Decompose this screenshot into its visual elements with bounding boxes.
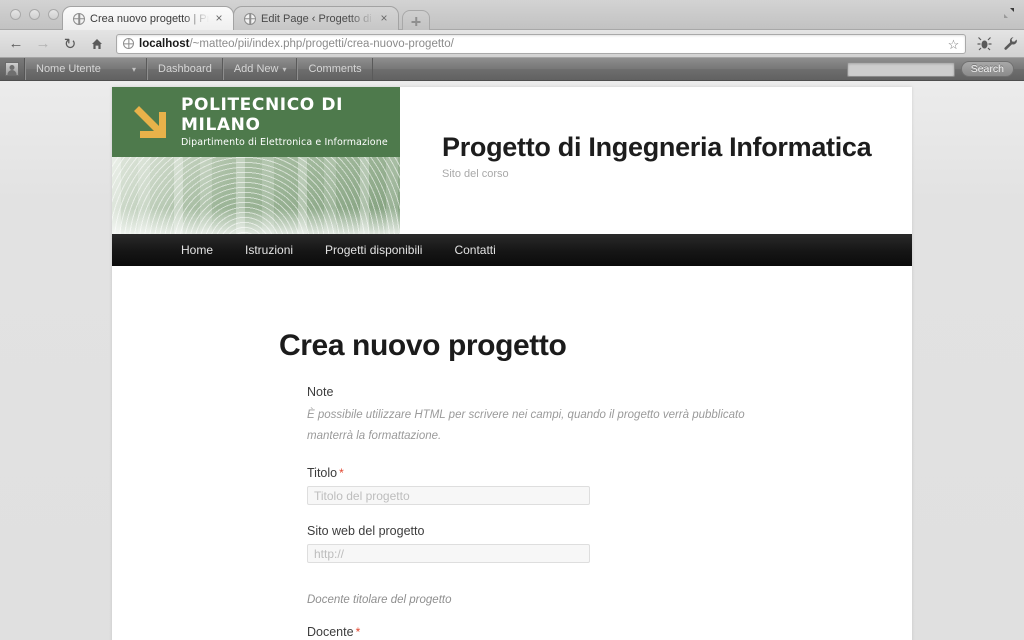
site-content: Crea nuovo progetto Note È possibile uti… (112, 266, 912, 640)
reload-button[interactable]: ↻ (59, 33, 81, 55)
window-traffic-lights (10, 9, 59, 20)
home-button[interactable] (86, 33, 108, 55)
down-right-arrow-icon (125, 98, 173, 146)
admin-bar-item-comments[interactable]: Comments (297, 58, 373, 80)
admin-bar-item-label: Comments (308, 63, 362, 75)
polimi-logo-block[interactable]: POLITECNICO DI MILANO Dipartimento di El… (112, 87, 400, 234)
globe-icon (244, 12, 256, 25)
close-icon[interactable]: × (378, 12, 390, 25)
close-icon[interactable]: × (213, 12, 225, 25)
header-texture-graphic (112, 157, 400, 234)
site-navigation: Home Istruzioni Progetti disponibili Con… (112, 234, 912, 266)
note-label: Note (307, 385, 334, 399)
address-bar-path: /~matteo/pii/index.php/progetti/crea-nuo… (189, 37, 454, 50)
field-label-docente: Docente * (307, 625, 777, 639)
note-block: Note È possibile utilizzare HTML per scr… (307, 385, 777, 447)
bookmark-star-icon[interactable]: ☆ (946, 37, 961, 52)
back-button[interactable]: ← (5, 33, 27, 55)
nav-item-progetti-disponibili[interactable]: Progetti disponibili (309, 234, 438, 266)
browser-tab-0[interactable]: Crea nuovo progetto | Proge × (62, 6, 234, 30)
window-minimize-button[interactable] (29, 9, 40, 20)
field-titolo: Titolo * (307, 466, 777, 505)
browser-tabs: Crea nuovo progetto | Proge × Edit Page … (62, 6, 430, 30)
polimi-logo-subtitle: Dipartimento di Elettronica e Informazio… (181, 136, 388, 148)
browser-tab-strip: Crea nuovo progetto | Proge × Edit Page … (0, 0, 1024, 30)
fullscreen-icon[interactable] (1001, 5, 1017, 21)
create-project-form: Note È possibile utilizzare HTML per scr… (112, 363, 777, 640)
admin-bar-search-button[interactable]: Search (960, 61, 1014, 77)
field-sito-web: Sito web del progetto (307, 524, 777, 563)
avatar (5, 62, 19, 76)
wrench-icon[interactable] (998, 33, 1022, 55)
field-label-text: Sito web del progetto (307, 524, 425, 538)
field-docente: Docente * (307, 625, 777, 640)
admin-bar-item-dashboard[interactable]: Dashboard (147, 58, 223, 80)
browser-tab-1[interactable]: Edit Page ‹ Progetto di Ingeg × (233, 6, 399, 30)
extension-icon[interactable] (972, 33, 996, 55)
site-tagline: Sito del corso (442, 168, 509, 180)
site-container: POLITECNICO DI MILANO Dipartimento di El… (112, 87, 912, 640)
field-label-titolo: Titolo * (307, 466, 777, 480)
wp-admin-bar: Nome Utente ▾ Dashboard Add New ▾ Commen… (0, 58, 1024, 81)
globe-icon (123, 38, 134, 49)
required-asterisk: * (355, 625, 361, 639)
site-header: POLITECNICO DI MILANO Dipartimento di El… (112, 87, 912, 234)
nav-item-home[interactable]: Home (165, 234, 229, 266)
address-bar-url: localhost/~matteo/pii/index.php/progetti… (139, 38, 454, 50)
browser-tab-title: Crea nuovo progetto | Proge (90, 12, 209, 25)
window-close-button[interactable] (10, 9, 21, 20)
polimi-logo-banner: POLITECNICO DI MILANO Dipartimento di El… (112, 87, 400, 157)
field-label-text: Docente (307, 625, 354, 639)
field-label-text: Titolo (307, 466, 338, 480)
sito-web-input[interactable] (307, 544, 590, 563)
site-title: Progetto di Ingegneria Informatica (442, 132, 872, 162)
titolo-input[interactable] (307, 486, 590, 505)
nav-item-contatti[interactable]: Contatti (438, 234, 511, 266)
admin-bar-item-label: Add New (233, 63, 279, 75)
window-zoom-button[interactable] (48, 9, 59, 20)
page-viewport: POLITECNICO DI MILANO Dipartimento di El… (0, 81, 1024, 640)
chevron-down-icon: ▾ (282, 64, 287, 74)
admin-bar-user-label: Nome Utente (36, 63, 101, 75)
field-label-sito-web: Sito web del progetto (307, 524, 777, 538)
page-title: Crea nuovo progetto (279, 329, 567, 362)
new-tab-button[interactable] (402, 10, 430, 30)
required-asterisk: * (339, 466, 344, 480)
globe-icon (73, 12, 85, 25)
browser-toolbar: ← → ↻ localhost/~matteo/pii/index.php/pr… (0, 30, 1024, 58)
admin-bar-user-menu[interactable]: Nome Utente ▾ (25, 58, 147, 80)
chevron-down-icon: ▾ (131, 64, 136, 74)
nav-item-istruzioni[interactable]: Istruzioni (229, 234, 309, 266)
site-title-area: Progetto di Ingegneria Informatica Sito … (442, 131, 872, 180)
admin-bar-item-label: Dashboard (158, 63, 212, 75)
browser-window: Crea nuovo progetto | Proge × Edit Page … (0, 0, 1024, 640)
section-note-docente: Docente titolare del progetto (307, 594, 452, 606)
admin-bar-item-add-new[interactable]: Add New ▾ (222, 58, 298, 80)
user-avatar-icon[interactable] (0, 58, 25, 80)
address-bar[interactable]: localhost/~matteo/pii/index.php/progetti… (116, 33, 966, 54)
admin-bar-search-input[interactable] (846, 61, 955, 77)
polimi-logo-title: POLITECNICO DI MILANO (181, 94, 343, 135)
address-bar-host: localhost (139, 37, 190, 50)
forward-button[interactable]: → (32, 33, 54, 55)
polimi-logo-text: POLITECNICO DI MILANO Dipartimento di El… (181, 95, 400, 150)
note-text: È possibile utilizzare HTML per scrivere… (307, 409, 745, 442)
browser-tab-title: Edit Page ‹ Progetto di Ingeg (261, 12, 374, 25)
